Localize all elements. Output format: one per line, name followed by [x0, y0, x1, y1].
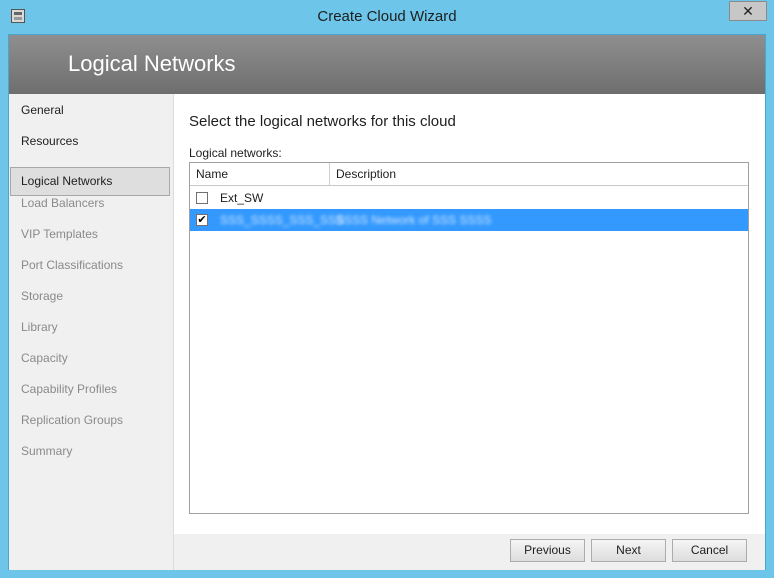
logical-networks-grid[interactable]: Name Description Ext_SW ✔ SSS_SSSS_SSS_S…	[189, 162, 749, 514]
window-title: Create Cloud Wizard	[317, 8, 457, 25]
button-bar: Previous Next Cancel	[174, 534, 765, 570]
wizard-nav: General Resources Logical Networks Load …	[9, 94, 174, 570]
logical-networks-label: Logical networks:	[189, 146, 282, 160]
nav-item-general[interactable]: General	[10, 96, 170, 125]
row-checkbox[interactable]: ✔	[196, 214, 208, 226]
column-header-description[interactable]: Description	[336, 163, 396, 185]
nav-item-library: Library	[21, 320, 58, 334]
table-row[interactable]: Ext_SW	[190, 187, 748, 209]
page-title: Logical Networks	[68, 51, 236, 76]
nav-item-replication-groups: Replication Groups	[21, 413, 124, 427]
page-header: Logical Networks	[9, 35, 765, 94]
close-button[interactable]: ✕	[729, 1, 767, 21]
wizard-window: Create Cloud Wizard ✕ Logical Networks G…	[0, 0, 774, 578]
nav-item-summary: Summary	[21, 444, 73, 458]
row-checkbox[interactable]	[196, 192, 208, 204]
previous-button[interactable]: Previous	[510, 539, 585, 562]
column-header-name[interactable]: Name	[190, 163, 330, 185]
nav-item-vip-templates: VIP Templates	[21, 227, 98, 241]
content-heading: Select the logical networks for this clo…	[189, 113, 456, 130]
row-name: Ext_SW	[220, 191, 264, 205]
content-panel: Select the logical networks for this clo…	[174, 94, 765, 534]
nav-item-resources[interactable]: Resources	[10, 127, 170, 156]
wizard-client: Logical Networks General Resources Logic…	[8, 34, 766, 570]
table-row[interactable]: ✔ SSS_SSSS_SSS_SSS SSSS Network of SSS S…	[190, 209, 748, 231]
row-name: SSS_SSSS_SSS_SSS	[220, 213, 345, 227]
row-description: SSSS Network of SSS SSSS	[336, 213, 492, 227]
cancel-button[interactable]: Cancel	[672, 539, 747, 562]
nav-item-storage: Storage	[21, 289, 64, 303]
nav-item-capability-profiles: Capability Profiles	[21, 382, 118, 396]
nav-item-capacity: Capacity	[21, 351, 68, 365]
grid-header: Name Description	[190, 163, 748, 186]
title-bar[interactable]: Create Cloud Wizard ✕	[0, 0, 774, 34]
next-button[interactable]: Next	[591, 539, 666, 562]
nav-item-port-classifications: Port Classifications	[21, 258, 124, 272]
nav-item-load-balancers: Load Balancers	[21, 196, 105, 210]
